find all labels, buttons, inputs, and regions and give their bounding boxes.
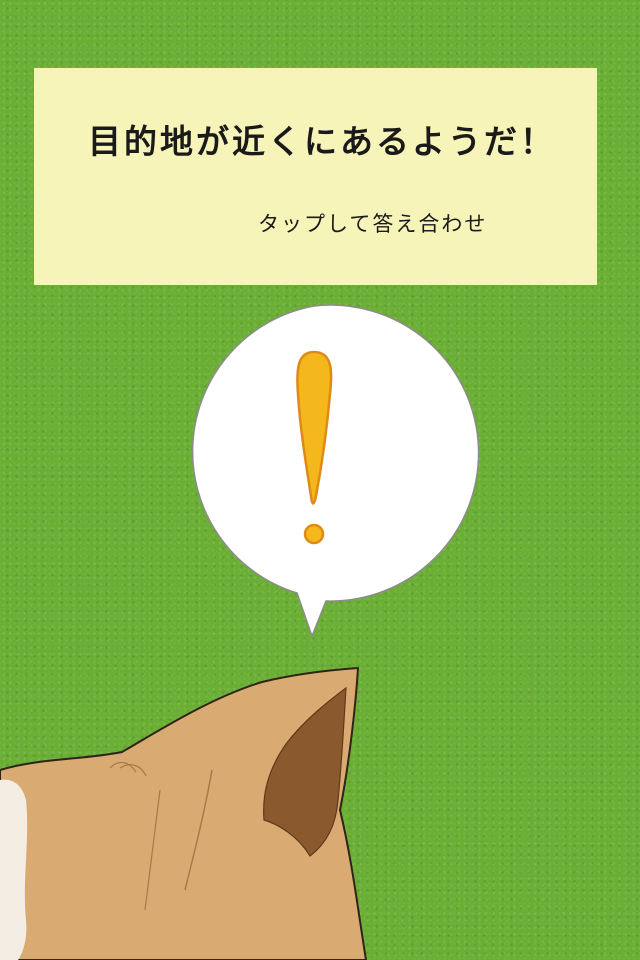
message-title: 目的地が近くにあるようだ！ (88, 122, 556, 161)
tap-to-check-answer-hint[interactable]: タップして答え合わせ (258, 204, 487, 244)
cat-forehead-fur-white (0, 779, 28, 960)
cat-head-illustration (0, 667, 367, 960)
speech-bubble (191, 304, 480, 639)
exclamation-dot (303, 523, 325, 545)
speech-bubble-shape (191, 304, 480, 639)
message-panel[interactable] (34, 68, 597, 285)
game-screen[interactable]: 目的地が近くにあるようだ！ タップして答え合わせ (0, 0, 640, 960)
